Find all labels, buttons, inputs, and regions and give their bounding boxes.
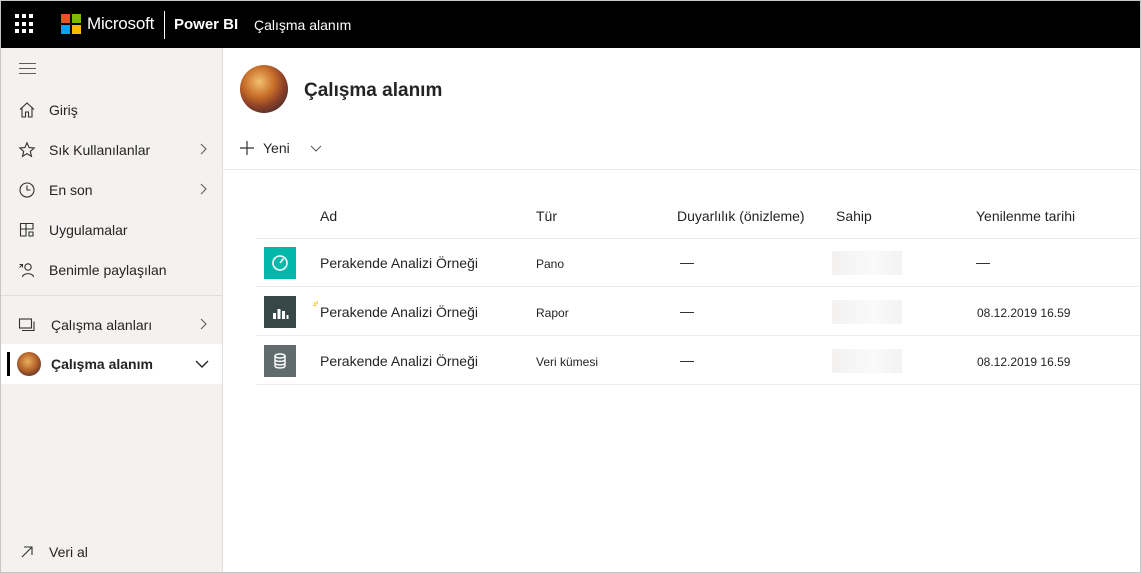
item-refreshed: 08.12.2019 16.59 bbox=[977, 306, 1071, 320]
chevron-right-icon[interactable] bbox=[197, 143, 209, 155]
sidebar-item-label: Veri al bbox=[49, 544, 88, 560]
item-type: Veri kümesi bbox=[536, 355, 599, 369]
product-name[interactable]: Power BI bbox=[174, 16, 238, 33]
toolbar-divider bbox=[223, 169, 1140, 170]
arrow-up-right-icon bbox=[21, 546, 33, 558]
item-sensitivity: — bbox=[680, 352, 694, 368]
star-icon bbox=[18, 141, 36, 158]
chevron-down-icon[interactable] bbox=[194, 356, 210, 372]
table-header: Ad Tür Duyarlılık (önizleme) Sahip Yenil… bbox=[256, 198, 1140, 239]
header-divider bbox=[164, 11, 165, 39]
sidebar-item-label: Giriş bbox=[49, 102, 78, 118]
sidebar-item-home[interactable]: Giriş bbox=[1, 90, 222, 130]
chevron-right-icon[interactable] bbox=[197, 318, 209, 330]
sidebar-item-label: Çalışma alanları bbox=[51, 317, 153, 333]
item-sensitivity: — bbox=[680, 254, 694, 270]
active-indicator bbox=[7, 352, 10, 376]
column-header-name[interactable]: Ad bbox=[320, 208, 337, 224]
sidebar-item-workspaces[interactable]: Çalışma alanları bbox=[1, 305, 222, 345]
sidebar-divider bbox=[1, 295, 222, 296]
sidebar-item-label: En son bbox=[49, 182, 93, 198]
workspaces-icon bbox=[18, 318, 35, 332]
table-row[interactable]: Perakende Analizi Örneği Rapor — 08.12.2… bbox=[256, 287, 1140, 336]
item-owner bbox=[832, 349, 902, 373]
plus-icon bbox=[240, 141, 254, 155]
report-icon bbox=[264, 296, 296, 328]
sidebar-item-label: Sık Kullanılanlar bbox=[49, 142, 151, 158]
item-type: Pano bbox=[536, 257, 565, 271]
microsoft-logo-icon bbox=[61, 14, 81, 34]
avatar bbox=[240, 65, 288, 113]
sidebar-item-get-data[interactable]: Veri al bbox=[1, 532, 222, 572]
sidebar-item-favorites[interactable]: Sık Kullanılanlar bbox=[1, 130, 222, 170]
hamburger-menu-icon[interactable] bbox=[19, 63, 36, 78]
sidebar-item-my-workspace[interactable]: Çalışma alanım bbox=[1, 344, 222, 384]
dashboard-icon bbox=[264, 247, 296, 279]
item-sensitivity: — bbox=[680, 303, 694, 319]
sidebar-item-label: Uygulamalar bbox=[49, 222, 128, 238]
table-row[interactable]: Perakende Analizi Örneği Pano — — bbox=[256, 238, 1140, 287]
table-row[interactable]: Perakende Analizi Örneği Veri kümesi — 0… bbox=[256, 336, 1140, 385]
item-refreshed: — bbox=[976, 254, 990, 270]
column-header-type[interactable]: Tür bbox=[536, 208, 557, 224]
chevron-down-icon bbox=[310, 145, 322, 152]
app-window: Microsoft Power BI Çalışma alanım Giriş … bbox=[0, 0, 1141, 573]
item-name-link[interactable]: Perakende Analizi Örneği bbox=[320, 255, 478, 271]
apps-icon bbox=[19, 222, 34, 237]
new-button-label: Yeni bbox=[263, 140, 290, 156]
sidebar-item-apps[interactable]: Uygulamalar bbox=[1, 210, 222, 250]
item-refreshed: 08.12.2019 16.59 bbox=[977, 355, 1071, 369]
column-header-sensitivity[interactable]: Duyarlılık (önizleme) bbox=[677, 208, 805, 224]
home-icon bbox=[19, 102, 35, 118]
sidebar-item-shared-with-me[interactable]: Benimle paylaşılan bbox=[1, 250, 222, 290]
item-owner bbox=[832, 251, 902, 275]
column-header-refreshed[interactable]: Yenilenme tarihi bbox=[976, 208, 1075, 224]
sidebar-item-label: Çalışma alanım bbox=[51, 356, 153, 372]
main-content: Çalışma alanım Yeni Ad Tür Duyarlılık (ö… bbox=[223, 48, 1140, 572]
item-type: Rapor bbox=[536, 306, 569, 320]
item-name-link[interactable]: Perakende Analizi Örneği bbox=[320, 304, 478, 320]
sidebar: Giriş Sık Kullanılanlar En son Uygulamal… bbox=[1, 48, 223, 572]
sidebar-item-label: Benimle paylaşılan bbox=[49, 262, 167, 278]
clock-icon bbox=[19, 182, 35, 198]
breadcrumb[interactable]: Çalışma alanım bbox=[254, 17, 351, 33]
page-title: Çalışma alanım bbox=[304, 80, 443, 101]
app-launcher-icon[interactable] bbox=[15, 14, 35, 34]
item-name-link[interactable]: Perakende Analizi Örneği bbox=[320, 353, 478, 369]
chevron-right-icon[interactable] bbox=[197, 183, 209, 195]
shared-person-icon bbox=[19, 263, 35, 278]
top-bar: Microsoft Power BI Çalışma alanım bbox=[1, 1, 1140, 48]
avatar bbox=[17, 352, 41, 376]
item-owner bbox=[832, 300, 902, 324]
sidebar-item-recent[interactable]: En son bbox=[1, 170, 222, 210]
dataset-icon bbox=[264, 345, 296, 377]
microsoft-brand[interactable]: Microsoft bbox=[87, 14, 154, 34]
column-header-owner[interactable]: Sahip bbox=[836, 208, 872, 224]
